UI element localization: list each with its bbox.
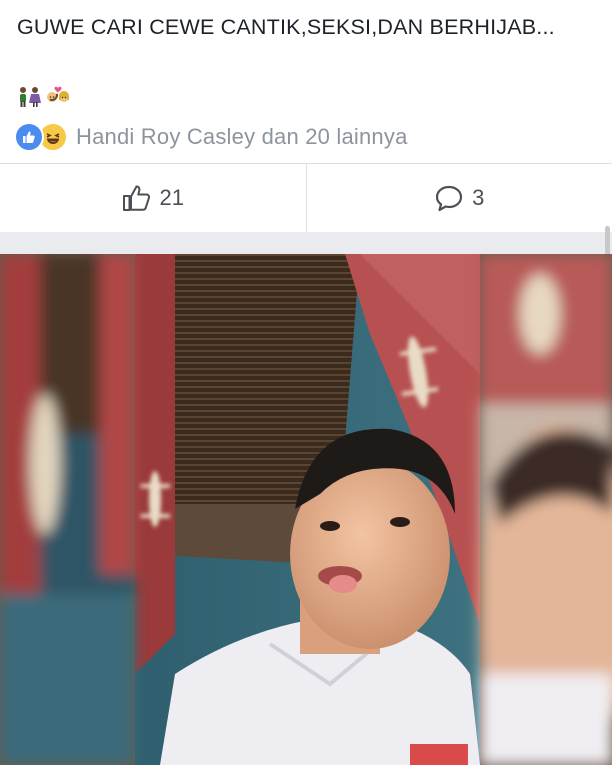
like-reaction-icon bbox=[14, 122, 44, 152]
comment-button[interactable]: 3 bbox=[307, 164, 612, 232]
like-button[interactable]: 21 bbox=[0, 164, 306, 232]
comment-bubble-icon bbox=[436, 185, 463, 212]
post-action-bar: 21 3 bbox=[0, 164, 612, 232]
caption-emojis bbox=[17, 85, 71, 109]
post-caption: GUWE CARI CEWE CANTIK,SEKSI,DAN BERHIJAB… bbox=[17, 15, 555, 39]
feed-gap bbox=[0, 232, 612, 254]
selfie-photo-image bbox=[0, 254, 612, 765]
post-photo[interactable] bbox=[0, 254, 612, 765]
couple-with-heart-icon bbox=[46, 86, 69, 102]
reactions-summary[interactable]: Handi Roy Casley dan 20 lainnya bbox=[14, 121, 408, 153]
like-count: 21 bbox=[159, 185, 184, 210]
thumbs-up-icon bbox=[122, 185, 150, 211]
couple-icon bbox=[20, 87, 41, 107]
reaction-names-text: Handi Roy Casley dan 20 lainnya bbox=[76, 124, 408, 149]
comment-count: 3 bbox=[472, 185, 485, 210]
